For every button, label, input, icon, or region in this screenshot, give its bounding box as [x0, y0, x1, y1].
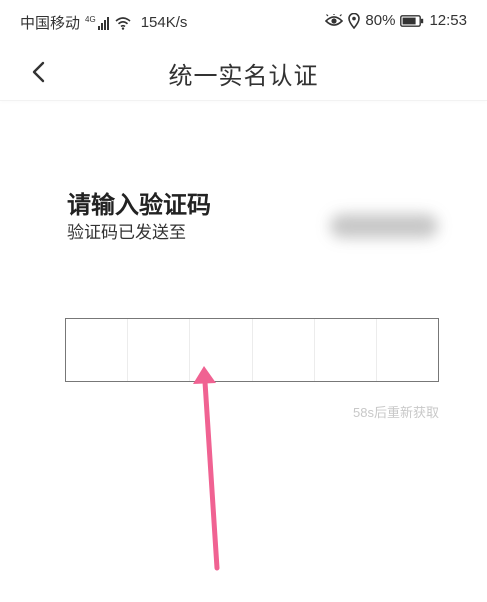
page-title: 统一实名认证 — [168, 63, 319, 90]
carrier-name: 中国移动 — [20, 15, 81, 32]
code-digit-box[interactable] — [315, 319, 377, 381]
code-digit-box[interactable] — [66, 319, 129, 381]
battery-percent: 80% — [365, 12, 396, 29]
network-speed: 154K/s — [140, 14, 188, 31]
code-digit-box[interactable] — [128, 319, 191, 381]
status-left: 中国移动 4G 154K/s — [20, 12, 187, 33]
network-type-label: 4G — [85, 14, 96, 24]
masked-phone-number — [330, 214, 438, 238]
status-right: 80% 12:53 — [325, 12, 467, 29]
wifi-icon — [115, 16, 131, 30]
signal-icon: 4G — [85, 14, 109, 30]
eye-icon — [325, 13, 344, 26]
resend-countdown: 58s后重新获取 — [353, 405, 439, 420]
nav-bar: 统一实名认证 — [0, 44, 487, 101]
verification-heading: 请输入验证码 — [67, 192, 211, 219]
code-sent-to-label: 验证码已发送至 — [67, 223, 186, 242]
verification-code-input[interactable] — [65, 318, 439, 382]
status-bar: 中国移动 4G 154K/s 80% 12:53 — [0, 0, 487, 44]
code-digit-box[interactable] — [190, 319, 253, 381]
battery-icon — [400, 14, 424, 27]
location-icon — [348, 12, 361, 29]
code-digit-box[interactable] — [377, 319, 438, 381]
code-digit-box[interactable] — [253, 319, 315, 381]
clock-time: 12:53 — [429, 12, 467, 29]
